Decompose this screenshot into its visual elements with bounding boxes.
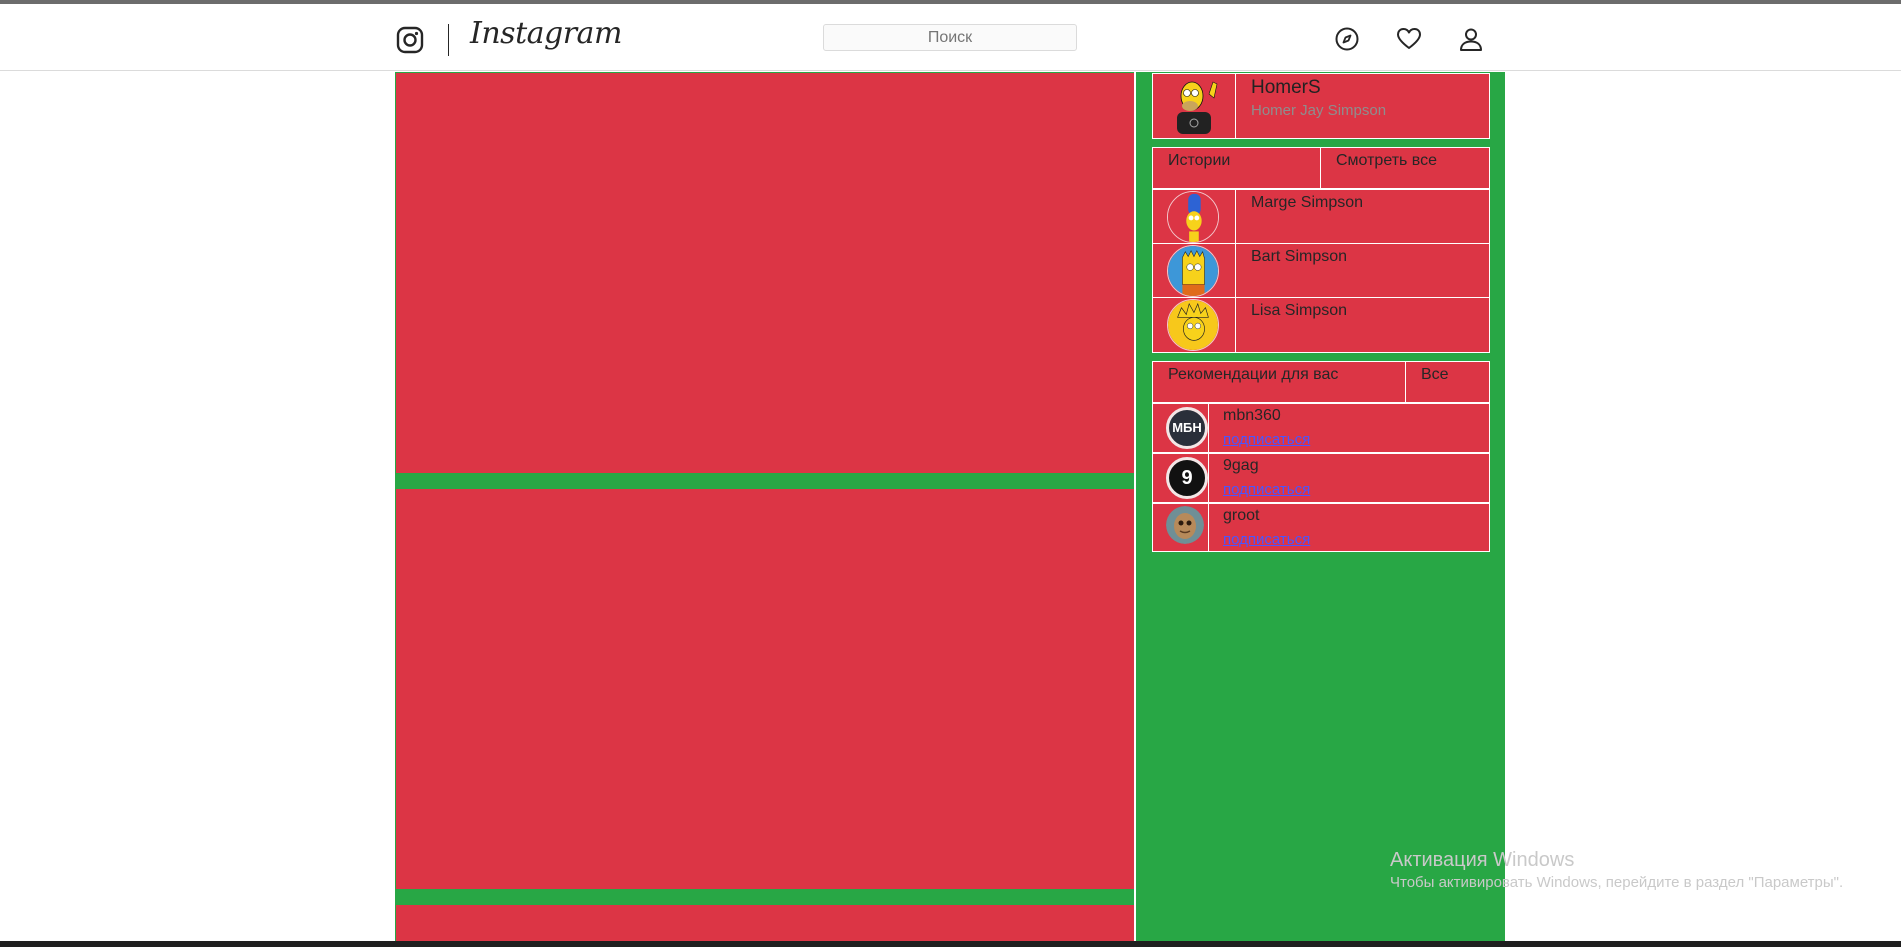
story-avatar-cell[interactable] (1152, 189, 1236, 244)
suggestion-item[interactable]: mbn360 подписаться (1208, 403, 1490, 453)
suggestion-item[interactable]: groot подписаться (1208, 503, 1490, 552)
stories-header: Истории (1152, 147, 1321, 189)
suggestions-all-cell[interactable]: Все (1405, 361, 1490, 403)
instagram-camera-icon[interactable] (396, 26, 424, 54)
sidebar-divider (1134, 72, 1136, 941)
suggestion-name[interactable]: 9gag (1223, 457, 1259, 475)
heart-icon[interactable] (1396, 26, 1422, 52)
homer-avatar (1177, 81, 1218, 134)
stories-see-all-link[interactable]: Смотреть все (1336, 152, 1437, 170)
suggestions-header: Рекомендации для вас (1152, 361, 1406, 403)
lisa-avatar (1167, 299, 1219, 351)
9gag-avatar: 9 (1166, 457, 1208, 499)
windows-activation-hint: Чтобы активировать Windows, перейдите в … (1390, 874, 1844, 891)
instagram-logo[interactable]: Instagram (470, 16, 622, 51)
story-avatar-cell[interactable] (1152, 297, 1236, 353)
windows-activation-title: Активация Windows (1390, 849, 1575, 871)
stories-title: Истории (1168, 152, 1231, 169)
story-avatar-cell[interactable] (1152, 243, 1236, 298)
feed-post[interactable] (396, 73, 1134, 473)
story-item[interactable]: Bart Simpson (1235, 243, 1490, 298)
stories-see-all-cell[interactable]: Смотреть все (1320, 147, 1490, 189)
profile-info-cell[interactable]: HomerS Homer Jay Simpson (1235, 73, 1490, 139)
follow-link[interactable]: подписаться (1223, 481, 1310, 498)
suggestion-item[interactable]: 9gag подписаться (1208, 453, 1490, 503)
story-item[interactable]: Marge Simpson (1235, 189, 1490, 244)
story-name[interactable]: Lisa Simpson (1251, 302, 1347, 320)
follow-link[interactable]: подписаться (1223, 531, 1310, 548)
feed-post[interactable] (396, 489, 1134, 889)
feed-post[interactable] (396, 905, 1134, 941)
compass-icon[interactable] (1334, 26, 1360, 52)
suggestion-avatar-cell[interactable] (1152, 503, 1209, 552)
taskbar-edge (0, 941, 1901, 947)
story-item[interactable]: Lisa Simpson (1235, 297, 1490, 353)
bart-avatar (1167, 245, 1219, 297)
follow-link[interactable]: подписаться (1223, 431, 1310, 448)
suggestion-name[interactable]: groot (1223, 507, 1259, 525)
suggestion-avatar-cell[interactable]: МБН (1152, 403, 1209, 453)
suggestions-all-link[interactable]: Все (1421, 366, 1449, 384)
profile-icon[interactable] (1458, 26, 1484, 52)
mbn360-avatar: МБН (1166, 407, 1208, 449)
suggestion-name[interactable]: mbn360 (1223, 407, 1281, 425)
story-name[interactable]: Marge Simpson (1251, 194, 1363, 212)
marge-avatar (1167, 191, 1219, 243)
logo-divider (448, 24, 449, 56)
suggestion-avatar-cell[interactable]: 9 (1152, 453, 1209, 503)
profile-full-name: Homer Jay Simpson (1251, 102, 1387, 119)
story-name[interactable]: Bart Simpson (1251, 248, 1347, 266)
groot-avatar (1166, 506, 1204, 544)
suggestions-title: Рекомендации для вас (1168, 366, 1339, 383)
profile-avatar-cell[interactable] (1152, 73, 1236, 139)
top-nav: Instagram (0, 4, 1901, 71)
profile-username[interactable]: HomerS (1251, 77, 1321, 99)
search-input[interactable] (823, 24, 1077, 51)
